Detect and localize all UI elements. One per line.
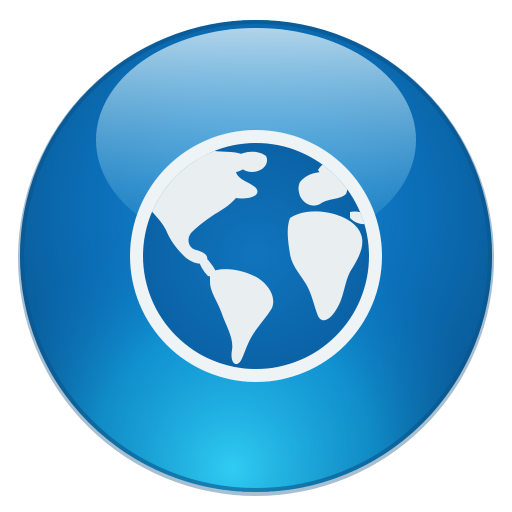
globe-app-icon[interactable] (0, 0, 512, 512)
globe-icon (18, 20, 494, 496)
